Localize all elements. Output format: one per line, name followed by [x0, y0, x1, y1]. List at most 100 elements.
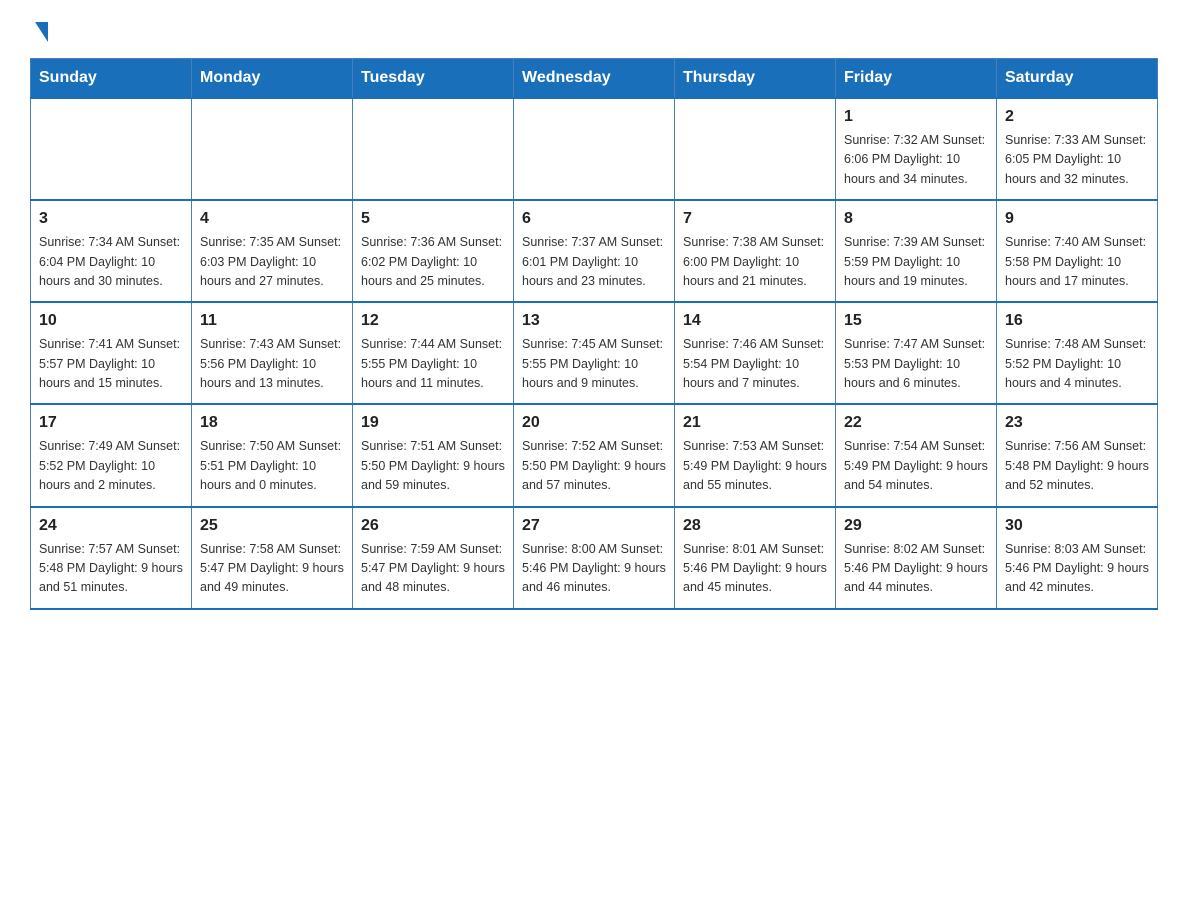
calendar-cell: 3Sunrise: 7:34 AM Sunset: 6:04 PM Daylig… [31, 200, 192, 302]
calendar-cell: 8Sunrise: 7:39 AM Sunset: 5:59 PM Daylig… [836, 200, 997, 302]
day-info: Sunrise: 8:01 AM Sunset: 5:46 PM Dayligh… [683, 540, 827, 598]
calendar-cell: 27Sunrise: 8:00 AM Sunset: 5:46 PM Dayli… [514, 507, 675, 609]
week-row-3: 10Sunrise: 7:41 AM Sunset: 5:57 PM Dayli… [31, 302, 1158, 404]
calendar-cell: 2Sunrise: 7:33 AM Sunset: 6:05 PM Daylig… [997, 98, 1158, 200]
weekday-header-row: SundayMondayTuesdayWednesdayThursdayFrid… [31, 59, 1158, 99]
day-number: 1 [844, 105, 988, 129]
day-number: 8 [844, 207, 988, 231]
calendar-cell: 16Sunrise: 7:48 AM Sunset: 5:52 PM Dayli… [997, 302, 1158, 404]
day-number: 5 [361, 207, 505, 231]
day-number: 9 [1005, 207, 1149, 231]
day-info: Sunrise: 7:53 AM Sunset: 5:49 PM Dayligh… [683, 437, 827, 495]
calendar-cell [31, 98, 192, 200]
day-number: 26 [361, 514, 505, 538]
week-row-5: 24Sunrise: 7:57 AM Sunset: 5:48 PM Dayli… [31, 507, 1158, 609]
day-number: 25 [200, 514, 344, 538]
day-number: 24 [39, 514, 183, 538]
calendar-cell [192, 98, 353, 200]
calendar-cell: 23Sunrise: 7:56 AM Sunset: 5:48 PM Dayli… [997, 404, 1158, 506]
calendar-cell: 1Sunrise: 7:32 AM Sunset: 6:06 PM Daylig… [836, 98, 997, 200]
day-number: 14 [683, 309, 827, 333]
calendar-cell: 6Sunrise: 7:37 AM Sunset: 6:01 PM Daylig… [514, 200, 675, 302]
day-number: 20 [522, 411, 666, 435]
day-number: 19 [361, 411, 505, 435]
day-number: 23 [1005, 411, 1149, 435]
calendar-cell: 26Sunrise: 7:59 AM Sunset: 5:47 PM Dayli… [353, 507, 514, 609]
day-number: 3 [39, 207, 183, 231]
calendar-cell: 20Sunrise: 7:52 AM Sunset: 5:50 PM Dayli… [514, 404, 675, 506]
day-info: Sunrise: 7:38 AM Sunset: 6:00 PM Dayligh… [683, 233, 827, 291]
calendar-cell: 18Sunrise: 7:50 AM Sunset: 5:51 PM Dayli… [192, 404, 353, 506]
day-info: Sunrise: 7:37 AM Sunset: 6:01 PM Dayligh… [522, 233, 666, 291]
calendar-cell: 28Sunrise: 8:01 AM Sunset: 5:46 PM Dayli… [675, 507, 836, 609]
calendar-cell: 7Sunrise: 7:38 AM Sunset: 6:00 PM Daylig… [675, 200, 836, 302]
day-info: Sunrise: 7:35 AM Sunset: 6:03 PM Dayligh… [200, 233, 344, 291]
day-number: 6 [522, 207, 666, 231]
weekday-header-monday: Monday [192, 59, 353, 99]
day-number: 4 [200, 207, 344, 231]
logo [30, 20, 48, 40]
calendar-cell [353, 98, 514, 200]
day-number: 15 [844, 309, 988, 333]
day-info: Sunrise: 8:02 AM Sunset: 5:46 PM Dayligh… [844, 540, 988, 598]
day-info: Sunrise: 7:51 AM Sunset: 5:50 PM Dayligh… [361, 437, 505, 495]
calendar-cell: 11Sunrise: 7:43 AM Sunset: 5:56 PM Dayli… [192, 302, 353, 404]
day-number: 18 [200, 411, 344, 435]
day-info: Sunrise: 7:43 AM Sunset: 5:56 PM Dayligh… [200, 335, 344, 393]
day-info: Sunrise: 7:54 AM Sunset: 5:49 PM Dayligh… [844, 437, 988, 495]
weekday-header-tuesday: Tuesday [353, 59, 514, 99]
day-number: 17 [39, 411, 183, 435]
calendar-cell: 21Sunrise: 7:53 AM Sunset: 5:49 PM Dayli… [675, 404, 836, 506]
day-info: Sunrise: 7:48 AM Sunset: 5:52 PM Dayligh… [1005, 335, 1149, 393]
calendar-cell: 12Sunrise: 7:44 AM Sunset: 5:55 PM Dayli… [353, 302, 514, 404]
day-info: Sunrise: 7:56 AM Sunset: 5:48 PM Dayligh… [1005, 437, 1149, 495]
calendar-cell: 22Sunrise: 7:54 AM Sunset: 5:49 PM Dayli… [836, 404, 997, 506]
day-info: Sunrise: 7:36 AM Sunset: 6:02 PM Dayligh… [361, 233, 505, 291]
weekday-header-friday: Friday [836, 59, 997, 99]
day-info: Sunrise: 7:33 AM Sunset: 6:05 PM Dayligh… [1005, 131, 1149, 189]
day-number: 29 [844, 514, 988, 538]
day-info: Sunrise: 7:41 AM Sunset: 5:57 PM Dayligh… [39, 335, 183, 393]
week-row-1: 1Sunrise: 7:32 AM Sunset: 6:06 PM Daylig… [31, 98, 1158, 200]
calendar-cell: 19Sunrise: 7:51 AM Sunset: 5:50 PM Dayli… [353, 404, 514, 506]
day-number: 16 [1005, 309, 1149, 333]
day-info: Sunrise: 7:57 AM Sunset: 5:48 PM Dayligh… [39, 540, 183, 598]
day-info: Sunrise: 7:46 AM Sunset: 5:54 PM Dayligh… [683, 335, 827, 393]
day-number: 28 [683, 514, 827, 538]
day-info: Sunrise: 7:32 AM Sunset: 6:06 PM Dayligh… [844, 131, 988, 189]
day-info: Sunrise: 8:00 AM Sunset: 5:46 PM Dayligh… [522, 540, 666, 598]
day-number: 11 [200, 309, 344, 333]
calendar-cell: 15Sunrise: 7:47 AM Sunset: 5:53 PM Dayli… [836, 302, 997, 404]
weekday-header-sunday: Sunday [31, 59, 192, 99]
week-row-2: 3Sunrise: 7:34 AM Sunset: 6:04 PM Daylig… [31, 200, 1158, 302]
header [30, 20, 1158, 40]
calendar-cell: 17Sunrise: 7:49 AM Sunset: 5:52 PM Dayli… [31, 404, 192, 506]
calendar-cell: 29Sunrise: 8:02 AM Sunset: 5:46 PM Dayli… [836, 507, 997, 609]
day-number: 27 [522, 514, 666, 538]
day-number: 10 [39, 309, 183, 333]
calendar-cell: 9Sunrise: 7:40 AM Sunset: 5:58 PM Daylig… [997, 200, 1158, 302]
calendar-cell: 30Sunrise: 8:03 AM Sunset: 5:46 PM Dayli… [997, 507, 1158, 609]
weekday-header-wednesday: Wednesday [514, 59, 675, 99]
day-info: Sunrise: 7:44 AM Sunset: 5:55 PM Dayligh… [361, 335, 505, 393]
calendar-table: SundayMondayTuesdayWednesdayThursdayFrid… [30, 58, 1158, 610]
calendar-cell [675, 98, 836, 200]
day-info: Sunrise: 7:39 AM Sunset: 5:59 PM Dayligh… [844, 233, 988, 291]
calendar-cell: 4Sunrise: 7:35 AM Sunset: 6:03 PM Daylig… [192, 200, 353, 302]
day-info: Sunrise: 7:45 AM Sunset: 5:55 PM Dayligh… [522, 335, 666, 393]
day-number: 21 [683, 411, 827, 435]
day-number: 7 [683, 207, 827, 231]
day-info: Sunrise: 8:03 AM Sunset: 5:46 PM Dayligh… [1005, 540, 1149, 598]
day-info: Sunrise: 7:59 AM Sunset: 5:47 PM Dayligh… [361, 540, 505, 598]
calendar-cell: 13Sunrise: 7:45 AM Sunset: 5:55 PM Dayli… [514, 302, 675, 404]
weekday-header-saturday: Saturday [997, 59, 1158, 99]
day-info: Sunrise: 7:34 AM Sunset: 6:04 PM Dayligh… [39, 233, 183, 291]
calendar-cell: 24Sunrise: 7:57 AM Sunset: 5:48 PM Dayli… [31, 507, 192, 609]
calendar-cell: 10Sunrise: 7:41 AM Sunset: 5:57 PM Dayli… [31, 302, 192, 404]
day-number: 22 [844, 411, 988, 435]
day-number: 13 [522, 309, 666, 333]
day-info: Sunrise: 7:49 AM Sunset: 5:52 PM Dayligh… [39, 437, 183, 495]
day-info: Sunrise: 7:47 AM Sunset: 5:53 PM Dayligh… [844, 335, 988, 393]
calendar-cell: 25Sunrise: 7:58 AM Sunset: 5:47 PM Dayli… [192, 507, 353, 609]
day-number: 2 [1005, 105, 1149, 129]
